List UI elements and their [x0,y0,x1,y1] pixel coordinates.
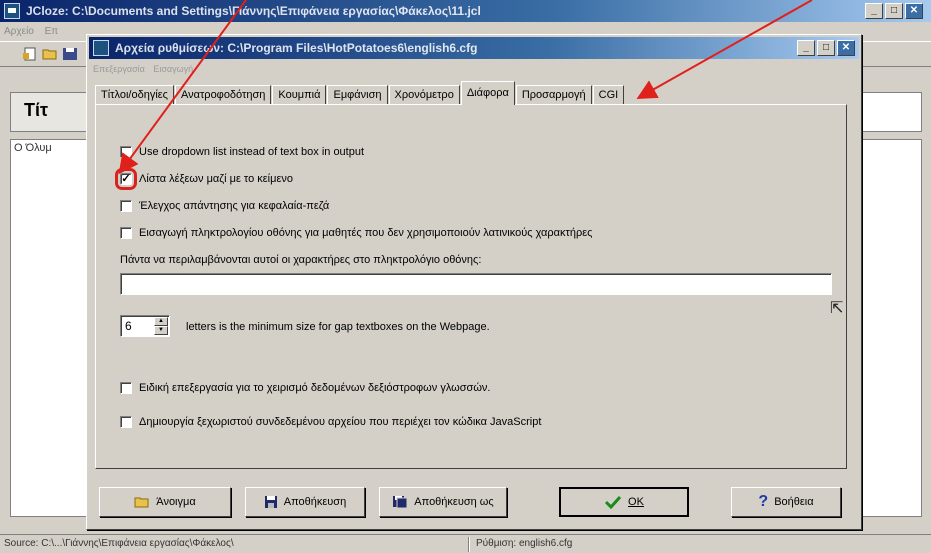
dropdown-label: Use dropdown list instead of text box in… [139,146,365,158]
separate-js-checkbox[interactable] [120,416,132,428]
exercise-text-area-right-edge[interactable] [862,139,922,517]
dialog-window-controls: _ □ ✕ [797,40,855,56]
dialog-menu-bar: Επεξεργασία Εισαγωγή [89,61,859,77]
option-separate-js[interactable]: Δημιουργία ξεχωριστού συνδεδεμένου αρχεί… [120,416,541,428]
checkmark-icon [604,495,622,509]
word-list-checkbox[interactable]: ✓ [115,168,137,190]
menu-insert[interactable]: Εισαγωγή [153,64,193,74]
dropdown-checkbox[interactable] [120,146,132,158]
tab-cgi[interactable]: CGI [592,85,625,105]
tab-appearance[interactable]: Εμφάνιση [327,85,388,105]
other-tab-panel: Use dropdown list instead of text box in… [95,104,847,469]
rtl-checkbox[interactable] [120,382,132,394]
status-bar: Source: C:\...\Γιάννης\Επιφάνεια εργασία… [0,534,931,553]
status-source: Source: C:\...\Γιάννης\Επιφάνεια εργασία… [4,538,234,549]
spin-up-icon[interactable]: ▲ [154,317,168,326]
keyboard-chars-label: Πάντα να περιλαμβάνονται αυτοί οι χαρακτ… [120,254,482,266]
dialog-app-icon [93,40,109,56]
dialog-minimize-icon[interactable]: _ [797,40,815,56]
option-onscreen-keyboard[interactable]: Εισαγωγή πληκτρολογίου οθόνης για μαθητέ… [120,227,592,239]
gap-size-description: letters is the minimum size for gap text… [186,321,490,333]
open-button[interactable]: Άνοιγμα [99,487,231,517]
menu-edit[interactable]: Επ [45,26,59,37]
title-field-label: Τίτ [24,100,49,120]
save-button[interactable]: Αποθήκευση [245,487,365,517]
menu-file[interactable]: Αρχείο [4,26,34,37]
tab-other[interactable]: Διάφορα [460,81,515,105]
rtl-label: Ειδική επεξεργασία για το χειρισμό δεδομ… [139,382,491,394]
open-folder-icon [134,497,149,508]
help-button[interactable]: ? Βοήθεια [731,487,841,517]
save-icon[interactable] [62,47,78,61]
tab-feedback[interactable]: Ανατροφοδότηση [174,85,272,105]
gap-size-value: 6 [125,319,132,333]
save-as-button[interactable]: Αποθήκευση ως [379,487,507,517]
app-icon [4,3,20,19]
onscreen-keyboard-label: Εισαγωγή πληκτρολογίου οθόνης για μαθητέ… [139,227,593,239]
main-window-controls: _ □ ✕ [865,3,923,19]
open-button-label: Άνοιγμα [156,496,196,508]
tab-timer[interactable]: Χρονόμετρο [388,85,460,105]
ok-button-label: OK [628,496,644,508]
spin-down-icon[interactable]: ▼ [154,326,168,335]
option-case-check[interactable]: Έλεγχος απάντησης για κεφαλαία-πεζά [120,200,329,212]
config-dialog: Αρχεία ρυθμίσεων: C:\Program Files\HotPo… [86,34,862,530]
tab-buttons[interactable]: Κουμπιά [272,85,327,105]
tab-titles-instructions[interactable]: Τίτλοι/οδηγίες [95,85,174,105]
keyboard-chars-input[interactable] [120,273,832,295]
option-dropdown-list[interactable]: Use dropdown list instead of text box in… [120,146,364,158]
help-button-label: Βοήθεια [774,496,814,508]
main-window-title: JCloze: C:\Documents and Settings\Γιάννη… [26,4,481,18]
exercise-text-preview: Ο Όλυμ [14,142,52,154]
word-list-label: Λίστα λέξεων μαζί με το κείμενο [139,173,293,185]
dialog-close-icon[interactable]: ✕ [837,40,855,56]
tab-customize[interactable]: Προσαρμογή [515,85,592,105]
dialog-title-bar[interactable]: Αρχεία ρυθμίσεων: C:\Program Files\HotPo… [89,37,859,59]
minimize-icon[interactable]: _ [865,3,883,19]
gap-size-spinner[interactable]: 6 ▲ ▼ [120,315,170,337]
new-file-icon[interactable] [22,47,38,61]
status-divider [468,537,470,552]
tab-strip: Τίτλοι/οδηγίες Ανατροφοδότηση Κουμπιά Εμ… [95,81,625,105]
case-check-label: Έλεγχος απάντησης για κεφαλαία-πεζά [139,200,330,212]
save-button-label: Αποθήκευση [283,496,347,508]
close-icon[interactable]: ✕ [905,3,923,19]
exercise-text-area[interactable]: Ο Όλυμ [10,139,88,517]
dialog-title: Αρχεία ρυθμίσεων: C:\Program Files\HotPo… [115,41,478,55]
mouse-cursor-icon: ⇱ [830,300,844,317]
title-input-right-edge[interactable] [862,92,922,132]
save-as-disk-icon [393,496,408,509]
main-title-bar[interactable]: JCloze: C:\Documents and Settings\Γιάννη… [0,0,931,22]
option-rtl[interactable]: Ειδική επεξεργασία για το χειρισμό δεδομ… [120,382,490,394]
title-field[interactable] [10,92,88,132]
onscreen-keyboard-checkbox[interactable] [120,227,132,239]
menu-edit[interactable]: Επεξεργασία [93,64,145,74]
option-word-list[interactable]: ✓ Λίστα λέξεων μαζί με το κείμενο [115,168,293,190]
separate-js-label: Δημιουργία ξεχωριστού συνδεδεμένου αρχεί… [139,416,542,428]
status-config: Ρύθμιση: english6.cfg [476,538,573,549]
save-disk-icon [264,496,277,508]
dialog-maximize-icon[interactable]: □ [817,40,835,56]
open-folder-icon[interactable] [42,47,58,61]
case-check-checkbox[interactable] [120,200,132,212]
ok-button[interactable]: OK [559,487,689,517]
save-as-button-label: Αποθήκευση ως [414,496,494,508]
maximize-icon[interactable]: □ [885,3,903,19]
question-mark-icon: ? [758,493,769,510]
